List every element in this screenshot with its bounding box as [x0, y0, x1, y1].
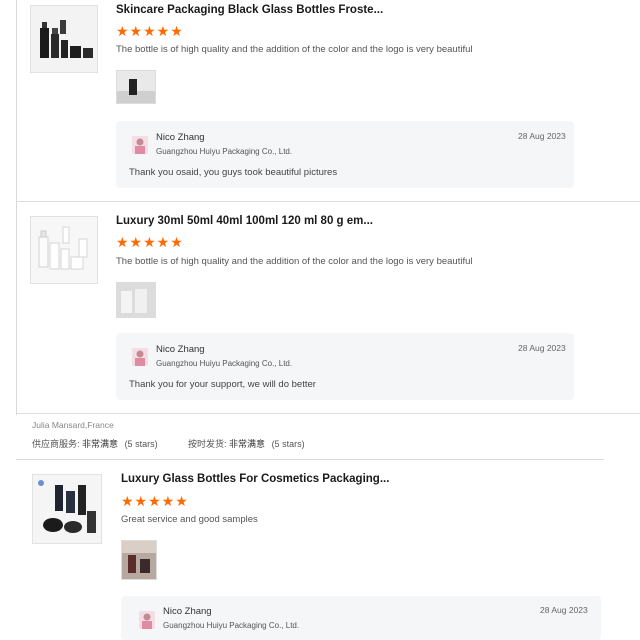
- reply-text: Thank you osaid, you guys took beautiful…: [129, 167, 338, 178]
- review-item: Skincare Packaging Black Glass Bottles F…: [0, 0, 640, 200]
- ontime-delivery-rating: 按时发货: 非常满意 (5 stars): [188, 437, 305, 450]
- rating-stars: ★★★★★: [116, 23, 184, 39]
- review-item: Luxury Glass Bottles For Cosmetics Packa…: [0, 460, 640, 640]
- seller-reply: Nico Zhang Guangzhou Huiyu Packaging Co.…: [121, 596, 601, 640]
- review-comment: Great service and good samples: [121, 514, 258, 525]
- review-photo[interactable]: [116, 282, 156, 318]
- reply-date: 28 Aug 2023: [518, 131, 566, 141]
- supplier-service-stars: (5 stars): [124, 439, 158, 449]
- rating-stars: ★★★★★: [116, 234, 184, 250]
- reply-author: Nico Zhang: [156, 132, 205, 143]
- ontime-label: 按时发货:: [188, 439, 227, 449]
- reviewer-name: Julia Mansard,France: [32, 420, 114, 430]
- supplier-service-label: 供应商服务:: [32, 439, 80, 449]
- review-item: Luxury 30ml 50ml 40ml 100ml 120 ml 80 g …: [0, 202, 640, 412]
- reply-company: Guangzhou Huiyu Packaging Co., Ltd.: [156, 359, 293, 368]
- avatar: [139, 611, 155, 629]
- reply-date: 28 Aug 2023: [540, 605, 588, 615]
- ontime-stars: (5 stars): [271, 439, 305, 449]
- product-thumbnail[interactable]: [32, 474, 102, 544]
- reply-company: Guangzhou Huiyu Packaging Co., Ltd.: [156, 147, 293, 156]
- reply-date: 28 Aug 2023: [518, 343, 566, 353]
- product-title[interactable]: Luxury 30ml 50ml 40ml 100ml 120 ml 80 g …: [116, 215, 373, 227]
- avatar: [132, 348, 148, 366]
- reply-text: Thank you for your support, we will do b…: [129, 379, 316, 390]
- ontime-value: 非常满意: [229, 439, 266, 449]
- review-comment: The bottle is of high quality and the ad…: [116, 256, 473, 267]
- avatar: [132, 136, 148, 154]
- product-title[interactable]: Skincare Packaging Black Glass Bottles F…: [116, 4, 383, 16]
- supplier-service-value: 非常满意: [82, 439, 119, 449]
- reply-author: Nico Zhang: [163, 606, 212, 617]
- product-thumbnail[interactable]: [30, 5, 98, 73]
- review-photo[interactable]: [116, 70, 156, 104]
- seller-reply: Nico Zhang Guangzhou Huiyu Packaging Co.…: [116, 121, 574, 188]
- product-title[interactable]: Luxury Glass Bottles For Cosmetics Packa…: [121, 473, 389, 485]
- reply-author: Nico Zhang: [156, 344, 205, 355]
- supplier-service-rating: 供应商服务: 非常满意 (5 stars): [32, 437, 158, 450]
- rating-stars: ★★★★★: [121, 493, 189, 509]
- seller-reply: Nico Zhang Guangzhou Huiyu Packaging Co.…: [116, 333, 574, 400]
- product-thumbnail[interactable]: [30, 216, 98, 284]
- reply-company: Guangzhou Huiyu Packaging Co., Ltd.: [163, 621, 300, 630]
- review-comment: The bottle is of high quality and the ad…: [116, 44, 473, 55]
- review-photo[interactable]: [121, 540, 157, 580]
- divider: [16, 413, 640, 414]
